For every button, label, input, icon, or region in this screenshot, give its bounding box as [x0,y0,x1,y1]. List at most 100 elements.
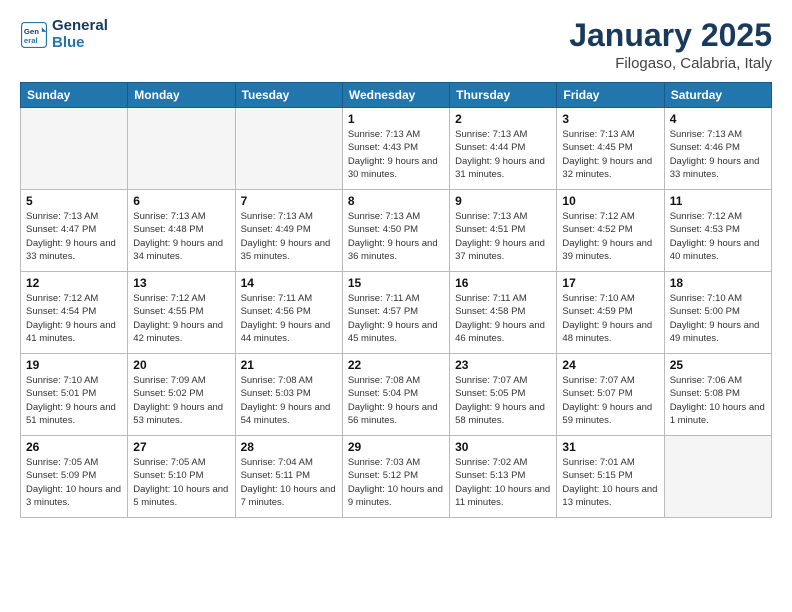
week-row-3: 12 Sunrise: 7:12 AMSunset: 4:54 PMDayligh… [21,272,772,354]
day-number: 15 [348,276,444,290]
day-cell: 10Sunrise: 7:12 AMSunset: 4:52 PMDayligh… [557,190,664,272]
calendar-header-row: SundayMondayTuesdayWednesdayThursdayFrid… [21,83,772,108]
day-info: Sunrise: 7:03 AMSunset: 5:12 PMDaylight:… [348,456,444,509]
day-number: 1 [348,112,444,126]
day-cell: 12 Sunrise: 7:12 AMSunset: 4:54 PMDayligh… [21,272,128,354]
day-number: 8 [348,194,444,208]
day-info: Sunrise: 7:13 AMSunset: 4:43 PMDaylight:… [348,128,444,181]
day-info: Sunrise: 7:09 AMSunset: 5:02 PMDaylight:… [133,374,229,427]
week-row-1: 1 Sunrise: 7:13 AMSunset: 4:43 PMDaylight… [21,108,772,190]
col-header-friday: Friday [557,83,664,108]
day-cell: 17Sunrise: 7:10 AMSunset: 4:59 PMDayligh… [557,272,664,354]
col-header-thursday: Thursday [450,83,557,108]
day-info: Sunrise: 7:13 AMSunset: 4:46 PMDaylight:… [670,128,766,181]
day-info: Sunrise: 7:13 AMSunset: 4:51 PMDaylight:… [455,210,551,263]
day-cell: 14Sunrise: 7:11 AMSunset: 4:56 PMDayligh… [235,272,342,354]
calendar-table: SundayMondayTuesdayWednesdayThursdayFrid… [20,82,772,518]
week-row-2: 5 Sunrise: 7:13 AMSunset: 4:47 PMDaylight… [21,190,772,272]
day-cell: 26 Sunrise: 7:05 AMSunset: 5:09 PMDayligh… [21,436,128,518]
day-cell: 1 Sunrise: 7:13 AMSunset: 4:43 PMDaylight… [342,108,449,190]
day-number: 30 [455,440,551,454]
day-cell: 23Sunrise: 7:07 AMSunset: 5:05 PMDayligh… [450,354,557,436]
day-info: Sunrise: 7:01 AMSunset: 5:15 PMDaylight:… [562,456,658,509]
day-cell: 19 Sunrise: 7:10 AMSunset: 5:01 PMDayligh… [21,354,128,436]
day-info: Sunrise: 7:13 AMSunset: 4:48 PMDaylight:… [133,210,229,263]
day-number: 17 [562,276,658,290]
day-info: Sunrise: 7:11 AMSunset: 4:58 PMDaylight:… [455,292,551,345]
day-cell: 4 Sunrise: 7:13 AMSunset: 4:46 PMDaylight… [664,108,771,190]
day-number: 16 [455,276,551,290]
day-info: Sunrise: 7:12 AMSunset: 4:54 PMDaylight:… [26,292,122,345]
day-cell [21,108,128,190]
col-header-sunday: Sunday [21,83,128,108]
day-cell: 25Sunrise: 7:06 AMSunset: 5:08 PMDayligh… [664,354,771,436]
col-header-wednesday: Wednesday [342,83,449,108]
day-cell: 28Sunrise: 7:04 AMSunset: 5:11 PMDayligh… [235,436,342,518]
day-number: 7 [241,194,337,208]
day-info: Sunrise: 7:12 AMSunset: 4:55 PMDaylight:… [133,292,229,345]
day-number: 22 [348,358,444,372]
day-info: Sunrise: 7:05 AMSunset: 5:09 PMDaylight:… [26,456,122,509]
day-info: Sunrise: 7:13 AMSunset: 4:45 PMDaylight:… [562,128,658,181]
day-info: Sunrise: 7:05 AMSunset: 5:10 PMDaylight:… [133,456,229,509]
logo-line1: General [52,18,108,35]
day-number: 20 [133,358,229,372]
day-number: 27 [133,440,229,454]
day-number: 12 [26,276,122,290]
calendar-title: January 2025 [569,18,772,53]
logo-icon: Gen eral [20,21,48,49]
day-info: Sunrise: 7:13 AMSunset: 4:47 PMDaylight:… [26,210,122,263]
day-number: 26 [26,440,122,454]
day-cell: 7 Sunrise: 7:13 AMSunset: 4:49 PMDaylight… [235,190,342,272]
day-cell: 30 Sunrise: 7:02 AMSunset: 5:13 PMDayligh… [450,436,557,518]
day-info: Sunrise: 7:04 AMSunset: 5:11 PMDaylight:… [241,456,337,509]
day-cell [128,108,235,190]
day-info: Sunrise: 7:13 AMSunset: 4:44 PMDaylight:… [455,128,551,181]
title-block: January 2025 Filogaso, Calabria, Italy [569,18,772,72]
day-info: Sunrise: 7:10 AMSunset: 5:01 PMDaylight:… [26,374,122,427]
day-cell: 13 Sunrise: 7:12 AMSunset: 4:55 PMDayligh… [128,272,235,354]
day-cell: 8Sunrise: 7:13 AMSunset: 4:50 PMDaylight… [342,190,449,272]
day-cell: 29Sunrise: 7:03 AMSunset: 5:12 PMDayligh… [342,436,449,518]
day-number: 31 [562,440,658,454]
day-cell: 31 Sunrise: 7:01 AMSunset: 5:15 PMDayligh… [557,436,664,518]
day-number: 4 [670,112,766,126]
day-cell [664,436,771,518]
col-header-saturday: Saturday [664,83,771,108]
logo-line2: Blue [52,35,108,52]
day-info: Sunrise: 7:02 AMSunset: 5:13 PMDaylight:… [455,456,551,509]
day-cell: 5 Sunrise: 7:13 AMSunset: 4:47 PMDaylight… [21,190,128,272]
day-number: 24 [562,358,658,372]
day-cell: 20 Sunrise: 7:09 AMSunset: 5:02 PMDayligh… [128,354,235,436]
day-cell: 22Sunrise: 7:08 AMSunset: 5:04 PMDayligh… [342,354,449,436]
day-number: 5 [26,194,122,208]
day-cell: 18 Sunrise: 7:10 AMSunset: 5:00 PMDayligh… [664,272,771,354]
day-number: 18 [670,276,766,290]
col-header-tuesday: Tuesday [235,83,342,108]
svg-text:eral: eral [24,35,38,44]
day-info: Sunrise: 7:11 AMSunset: 4:57 PMDaylight:… [348,292,444,345]
week-row-4: 19 Sunrise: 7:10 AMSunset: 5:01 PMDayligh… [21,354,772,436]
day-info: Sunrise: 7:07 AMSunset: 5:07 PMDaylight:… [562,374,658,427]
day-info: Sunrise: 7:08 AMSunset: 5:03 PMDaylight:… [241,374,337,427]
week-row-5: 26 Sunrise: 7:05 AMSunset: 5:09 PMDayligh… [21,436,772,518]
day-info: Sunrise: 7:13 AMSunset: 4:49 PMDaylight:… [241,210,337,263]
day-number: 2 [455,112,551,126]
day-info: Sunrise: 7:12 AMSunset: 4:52 PMDaylight:… [562,210,658,263]
day-info: Sunrise: 7:07 AMSunset: 5:05 PMDaylight:… [455,374,551,427]
day-cell: 6Sunrise: 7:13 AMSunset: 4:48 PMDaylight… [128,190,235,272]
day-number: 19 [26,358,122,372]
day-cell: 3Sunrise: 7:13 AMSunset: 4:45 PMDaylight… [557,108,664,190]
day-info: Sunrise: 7:06 AMSunset: 5:08 PMDaylight:… [670,374,766,427]
logo-text: General Blue [52,18,108,51]
col-header-monday: Monday [128,83,235,108]
day-cell: 24 Sunrise: 7:07 AMSunset: 5:07 PMDayligh… [557,354,664,436]
day-number: 14 [241,276,337,290]
day-info: Sunrise: 7:10 AMSunset: 5:00 PMDaylight:… [670,292,766,345]
day-cell: 21 Sunrise: 7:08 AMSunset: 5:03 PMDayligh… [235,354,342,436]
day-number: 13 [133,276,229,290]
day-number: 21 [241,358,337,372]
day-cell: 11Sunrise: 7:12 AMSunset: 4:53 PMDayligh… [664,190,771,272]
svg-text:Gen: Gen [24,27,39,36]
day-number: 11 [670,194,766,208]
